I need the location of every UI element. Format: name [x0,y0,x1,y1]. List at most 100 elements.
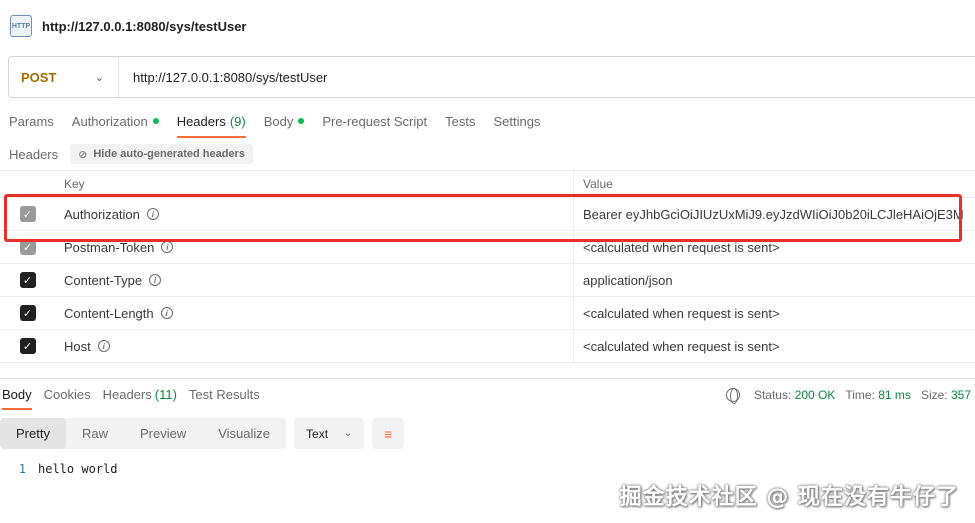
value-column-header: Value [583,177,613,191]
line-number: 1 [18,462,26,476]
chevron-down-icon: ⌄ [343,428,353,439]
header-key: Authorization [64,206,140,222]
tab-tests[interactable]: Tests [436,104,484,138]
row-check-cell: ✓ [0,264,55,296]
row-check-cell: ✓ [0,198,55,230]
tab-body[interactable]: Body [255,104,314,138]
view-mode-preview[interactable]: Preview [124,418,202,449]
table-row: ✓ Postman-Token i <calculated when request … [0,231,975,264]
response-size[interactable]: Size: 357 [921,388,971,402]
format-select[interactable]: Text ⌄ [294,418,365,449]
header-value: Bearer eyJhbGciOiJIUzUxMiJ9.eyJzdWIiOiJ0… [583,206,964,222]
wrap-lines-icon[interactable]: ≡ [372,418,405,449]
tab-authorization[interactable]: Authorization [63,104,168,138]
header-key: Host [64,338,91,354]
response-time[interactable]: Time: 81 ms [845,388,911,402]
tab-label: Body [2,387,32,402]
response-tab-cookies[interactable]: Cookies [38,379,97,410]
request-tabs: Params Authorization Headers (9) Body Pre-req… [0,104,549,138]
response-tab-headers[interactable]: Headers (11) [97,379,183,410]
header-value-cell[interactable]: <calculated when request is sent> [574,330,975,362]
tab-label: Headers [102,387,152,402]
tab-label: Test Results [188,387,260,402]
row-checkbox[interactable]: ✓ [19,239,36,255]
globe-icon[interactable] [725,388,740,404]
header-key-cell[interactable]: Postman-Token i [55,231,574,263]
status-dot-icon [152,118,159,124]
url-bar: POST ⌄ http://127.0.0.1:8080/sys/testUse… [8,56,975,98]
method-select[interactable]: POST ⌄ [9,57,119,97]
info-icon[interactable]: i [161,241,174,253]
header-value-cell[interactable]: Bearer eyJhbGciOiJIUzUxMiJ9.eyJzdWIiOiJ0… [574,198,975,230]
format-select-value: Text [306,426,329,441]
table-row: ✓ Host i <calculated when request is sent> [0,330,975,363]
header-key-cell[interactable]: Host i [55,330,574,362]
status-value: 200 OK [794,388,836,402]
hide-auto-headers-button[interactable]: ⊘ Hide auto-generated headers [70,144,253,164]
tab-count: (9) [229,113,246,129]
chevron-down-icon: ⌄ [94,71,104,84]
header-key: Content-Type [64,272,143,288]
info-icon[interactable]: i [149,274,162,286]
info-icon[interactable]: i [160,307,173,319]
hide-auto-headers-label: Hide auto-generated headers [93,148,245,160]
header-value: <calculated when request is sent> [583,338,780,354]
headers-table: Key Value ✓ Authorization i Bearer eyJhbGci… [0,170,975,363]
header-key: Content-Length [64,305,154,321]
size-label: Size: [920,388,948,402]
header-key-cell[interactable]: Content-Type i [55,264,574,296]
headers-table-header: Key Value [0,170,975,198]
tab-params[interactable]: Params [0,104,63,138]
tab-settings[interactable]: Settings [484,104,549,138]
request-tab-title-bar: HTTP http://127.0.0.1:8080/sys/testUser [0,0,975,52]
tab-label: Pre-request Script [322,113,428,129]
response-tabs: Body Cookies Headers (11) Test Results [0,379,266,410]
table-row: ✓ Content-Length i <calculated when request… [0,297,975,330]
tab-label: Authorization [71,113,148,129]
row-checkbox[interactable]: ✓ [19,272,36,288]
header-key-cell[interactable]: Authorization i [55,198,574,230]
row-checkbox[interactable]: ✓ [19,206,36,222]
response-tab-body[interactable]: Body [0,379,38,410]
time-value: 81 ms [878,388,911,402]
status-dot-icon [298,118,305,124]
tab-pre-request-script[interactable]: Pre-request Script [313,104,436,138]
time-label: Time: [845,388,875,402]
view-mode-segmented: Pretty Raw Preview Visualize [0,418,287,449]
key-column-header: Key [55,171,574,197]
row-check-cell: ✓ [0,297,55,329]
view-mode-pretty[interactable]: Pretty [0,418,66,449]
line-text: hello world [38,462,118,476]
view-mode-visualize[interactable]: Visualize [202,418,286,449]
header-value-cell[interactable]: <calculated when request is sent> [574,231,975,263]
tab-label: Tests [445,113,476,129]
size-value: 357 [950,388,971,402]
header-value: <calculated when request is sent> [583,305,780,321]
url-input[interactable]: http://127.0.0.1:8080/sys/testUser [119,70,327,85]
watermark: 掘金技术社区 @ 现在没有牛仔了 [619,485,959,510]
row-check-cell: ✓ [0,231,55,263]
table-row: ✓ Content-Type i application/json [0,264,975,297]
headers-label: Headers [9,146,59,162]
row-checkbox[interactable]: ✓ [19,338,36,354]
tab-headers[interactable]: Headers (9) [168,104,255,138]
header-key-cell[interactable]: Content-Length i [55,297,574,329]
header-value-cell[interactable]: application/json [574,264,975,296]
response-view-controls: Pretty Raw Preview Visualize Text ⌄ ≡ [0,418,405,449]
response-tabs-bar: Body Cookies Headers (11) Test Results Statu… [0,378,975,410]
info-icon[interactable]: i [97,340,110,352]
tab-label: Body [263,113,294,129]
row-checkbox[interactable]: ✓ [19,305,36,321]
response-tab-test-results[interactable]: Test Results [183,379,266,410]
response-status[interactable]: Status: 200 OK [754,388,835,402]
header-check-column [0,171,55,197]
header-value-cell[interactable]: <calculated when request is sent> [574,297,975,329]
header-value: application/json [583,272,673,288]
table-row: ✓ Authorization i Bearer eyJhbGciOiJIUzUxMi… [0,198,975,231]
request-title[interactable]: http://127.0.0.1:8080/sys/testUser [42,19,247,34]
http-request-icon: HTTP [10,15,32,37]
info-icon[interactable]: i [146,208,159,220]
tab-label: Headers [176,113,226,129]
response-meta: Status: 200 OK Time: 81 ms Size: 357 [725,379,971,411]
view-mode-raw[interactable]: Raw [66,418,124,449]
